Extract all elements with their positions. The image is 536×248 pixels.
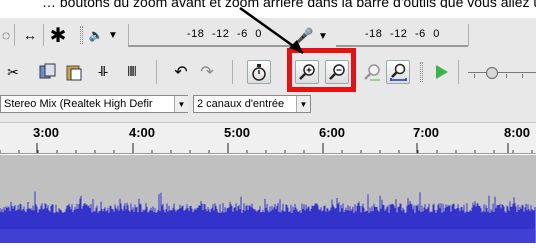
multi-tool-icon[interactable]: ✱: [47, 24, 69, 47]
speed-slider[interactable]: [468, 64, 536, 84]
playback-meter-scale[interactable]: -18 -12 -6 0: [187, 28, 262, 40]
timeline-label: 7:00: [413, 125, 440, 140]
paste-icon[interactable]: [64, 62, 84, 82]
selection-tool-icon[interactable]: ◌: [0, 26, 12, 44]
chevron-down-icon[interactable]: ▼: [296, 96, 310, 112]
trim-icon[interactable]: -⫴-: [90, 62, 114, 82]
playback-meter-menu[interactable]: ▼: [104, 26, 122, 44]
silence-icon[interactable]: ⫴⫴: [118, 62, 144, 82]
copy-icon[interactable]: [38, 62, 58, 82]
cut-icon[interactable]: ✂: [4, 62, 22, 82]
instruction-caption: … boutons du zoom avant et zoom arrière …: [42, 0, 536, 8]
play-at-speed-icon[interactable]: [432, 62, 452, 82]
toolbar-row-1: ◌ ↔ ✱ 🔈 ▼ -18 -12 -6 0 🎤 ▼ -18 -12 -6 0: [0, 24, 536, 47]
timeline-label: 3:00: [33, 125, 60, 140]
zoom-buttons-highlight: [287, 48, 356, 92]
redo-icon[interactable]: ↷: [198, 62, 216, 82]
timeline-label: 5:00: [224, 125, 251, 140]
fit-project-icon: [390, 63, 407, 81]
playback-meter-bar: [128, 45, 292, 47]
fit-selection-icon[interactable]: [360, 60, 384, 84]
recording-meter-bar: [336, 45, 468, 47]
timeline-label: 8:00: [504, 125, 531, 140]
microphone-icon[interactable]: 🎤: [296, 25, 314, 45]
speed-slider-thumb[interactable]: [486, 67, 498, 79]
timeline-label: 4:00: [129, 125, 156, 140]
recording-meter-menu[interactable]: ▼: [316, 28, 330, 44]
recording-meter-scale[interactable]: -18 -12 -6 0: [365, 28, 440, 40]
fit-project-button[interactable]: [386, 60, 410, 84]
timeline-label: 6:00: [319, 125, 346, 140]
recording-device-select[interactable]: Stereo Mix (Realtek High Defir: [0, 95, 188, 113]
recording-channels-select[interactable]: 2 canaux d'entrée: [193, 95, 311, 113]
sync-lock-icon[interactable]: [247, 60, 271, 84]
chevron-down-icon[interactable]: ▼: [174, 96, 188, 112]
undo-icon[interactable]: ↶: [172, 62, 190, 82]
waveform: [0, 191, 536, 243]
speaker-icon[interactable]: 🔈: [88, 26, 104, 44]
audio-track[interactable]: [0, 155, 536, 243]
timeline-ticks: [0, 143, 533, 153]
timeline-ruler[interactable]: 3:00 4:00 5:00 6:00 7:00 8:00: [0, 122, 536, 154]
time-shift-tool-icon[interactable]: ↔: [20, 26, 40, 44]
toolbar-row-2: ✂ -⫴- ⫴⫴ ↶ ↷: [0, 58, 536, 86]
device-toolbar: Stereo Mix (Realtek High Defir ▼ 2 canau…: [0, 93, 536, 115]
